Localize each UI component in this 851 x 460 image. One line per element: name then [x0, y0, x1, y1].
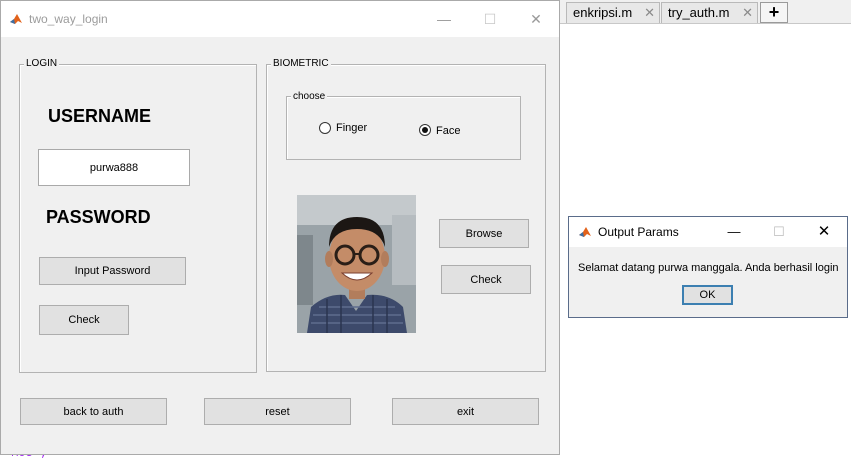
- close-icon[interactable]: ✕: [513, 7, 559, 31]
- choose-group-title: choose: [291, 91, 328, 103]
- window-titlebar: two_way_login — ☐ ✕: [1, 1, 559, 37]
- matlab-logo-icon: [578, 225, 592, 239]
- finger-radio-label[interactable]: Finger: [336, 122, 367, 134]
- add-tab-button[interactable]: +: [760, 2, 788, 23]
- output-params-dialog: Output Params — ☐ ✕ Selamat datang purwa…: [568, 216, 848, 318]
- finger-radio[interactable]: [319, 122, 331, 134]
- dialog-maximize-icon[interactable]: ☐: [764, 221, 794, 243]
- editor-tab-enkripsi[interactable]: enkripsi.m ✕: [566, 2, 660, 23]
- close-tab-icon[interactable]: ✕: [742, 3, 753, 23]
- biometric-check-button[interactable]: Check: [441, 265, 531, 294]
- ok-button[interactable]: OK: [682, 285, 733, 305]
- username-label: USERNAME: [48, 106, 152, 126]
- maximize-icon[interactable]: ☐: [467, 7, 513, 31]
- dialog-close-icon[interactable]: ✕: [809, 221, 839, 243]
- dialog-message: Selamat datang purwa manggala. Anda berh…: [578, 262, 839, 274]
- matlab-logo-icon: [9, 12, 23, 26]
- reset-button[interactable]: reset: [204, 398, 351, 425]
- face-radio-label[interactable]: Face: [436, 125, 460, 137]
- editor-tab-label: try_auth.m: [668, 5, 730, 20]
- username-field[interactable]: purwa888: [38, 149, 190, 186]
- back-to-auth-button[interactable]: back to auth: [20, 398, 167, 425]
- two-way-login-window: two_way_login — ☐ ✕ LOGIN USERNAME purwa…: [0, 0, 560, 455]
- dialog-titlebar: Output Params — ☐ ✕: [569, 217, 847, 247]
- browse-button[interactable]: Browse: [439, 219, 529, 248]
- face-radio[interactable]: [419, 124, 431, 136]
- password-label: PASSWORD: [46, 207, 151, 227]
- editor-tab-try-auth[interactable]: try_auth.m ✕: [661, 2, 758, 23]
- close-tab-icon[interactable]: ✕: [644, 3, 655, 23]
- exit-button[interactable]: exit: [392, 398, 539, 425]
- face-photo: [297, 195, 416, 333]
- window-title: two_way_login: [29, 12, 108, 26]
- login-panel-title: LOGIN: [24, 58, 60, 70]
- dialog-minimize-icon[interactable]: —: [719, 221, 749, 243]
- input-password-button[interactable]: Input Password: [39, 257, 186, 285]
- dialog-title: Output Params: [598, 225, 679, 239]
- biometric-panel-title: BIOMETRIC: [271, 58, 331, 70]
- minimize-icon[interactable]: —: [421, 7, 467, 31]
- login-check-button[interactable]: Check: [39, 305, 129, 335]
- editor-tab-label: enkripsi.m: [573, 5, 633, 20]
